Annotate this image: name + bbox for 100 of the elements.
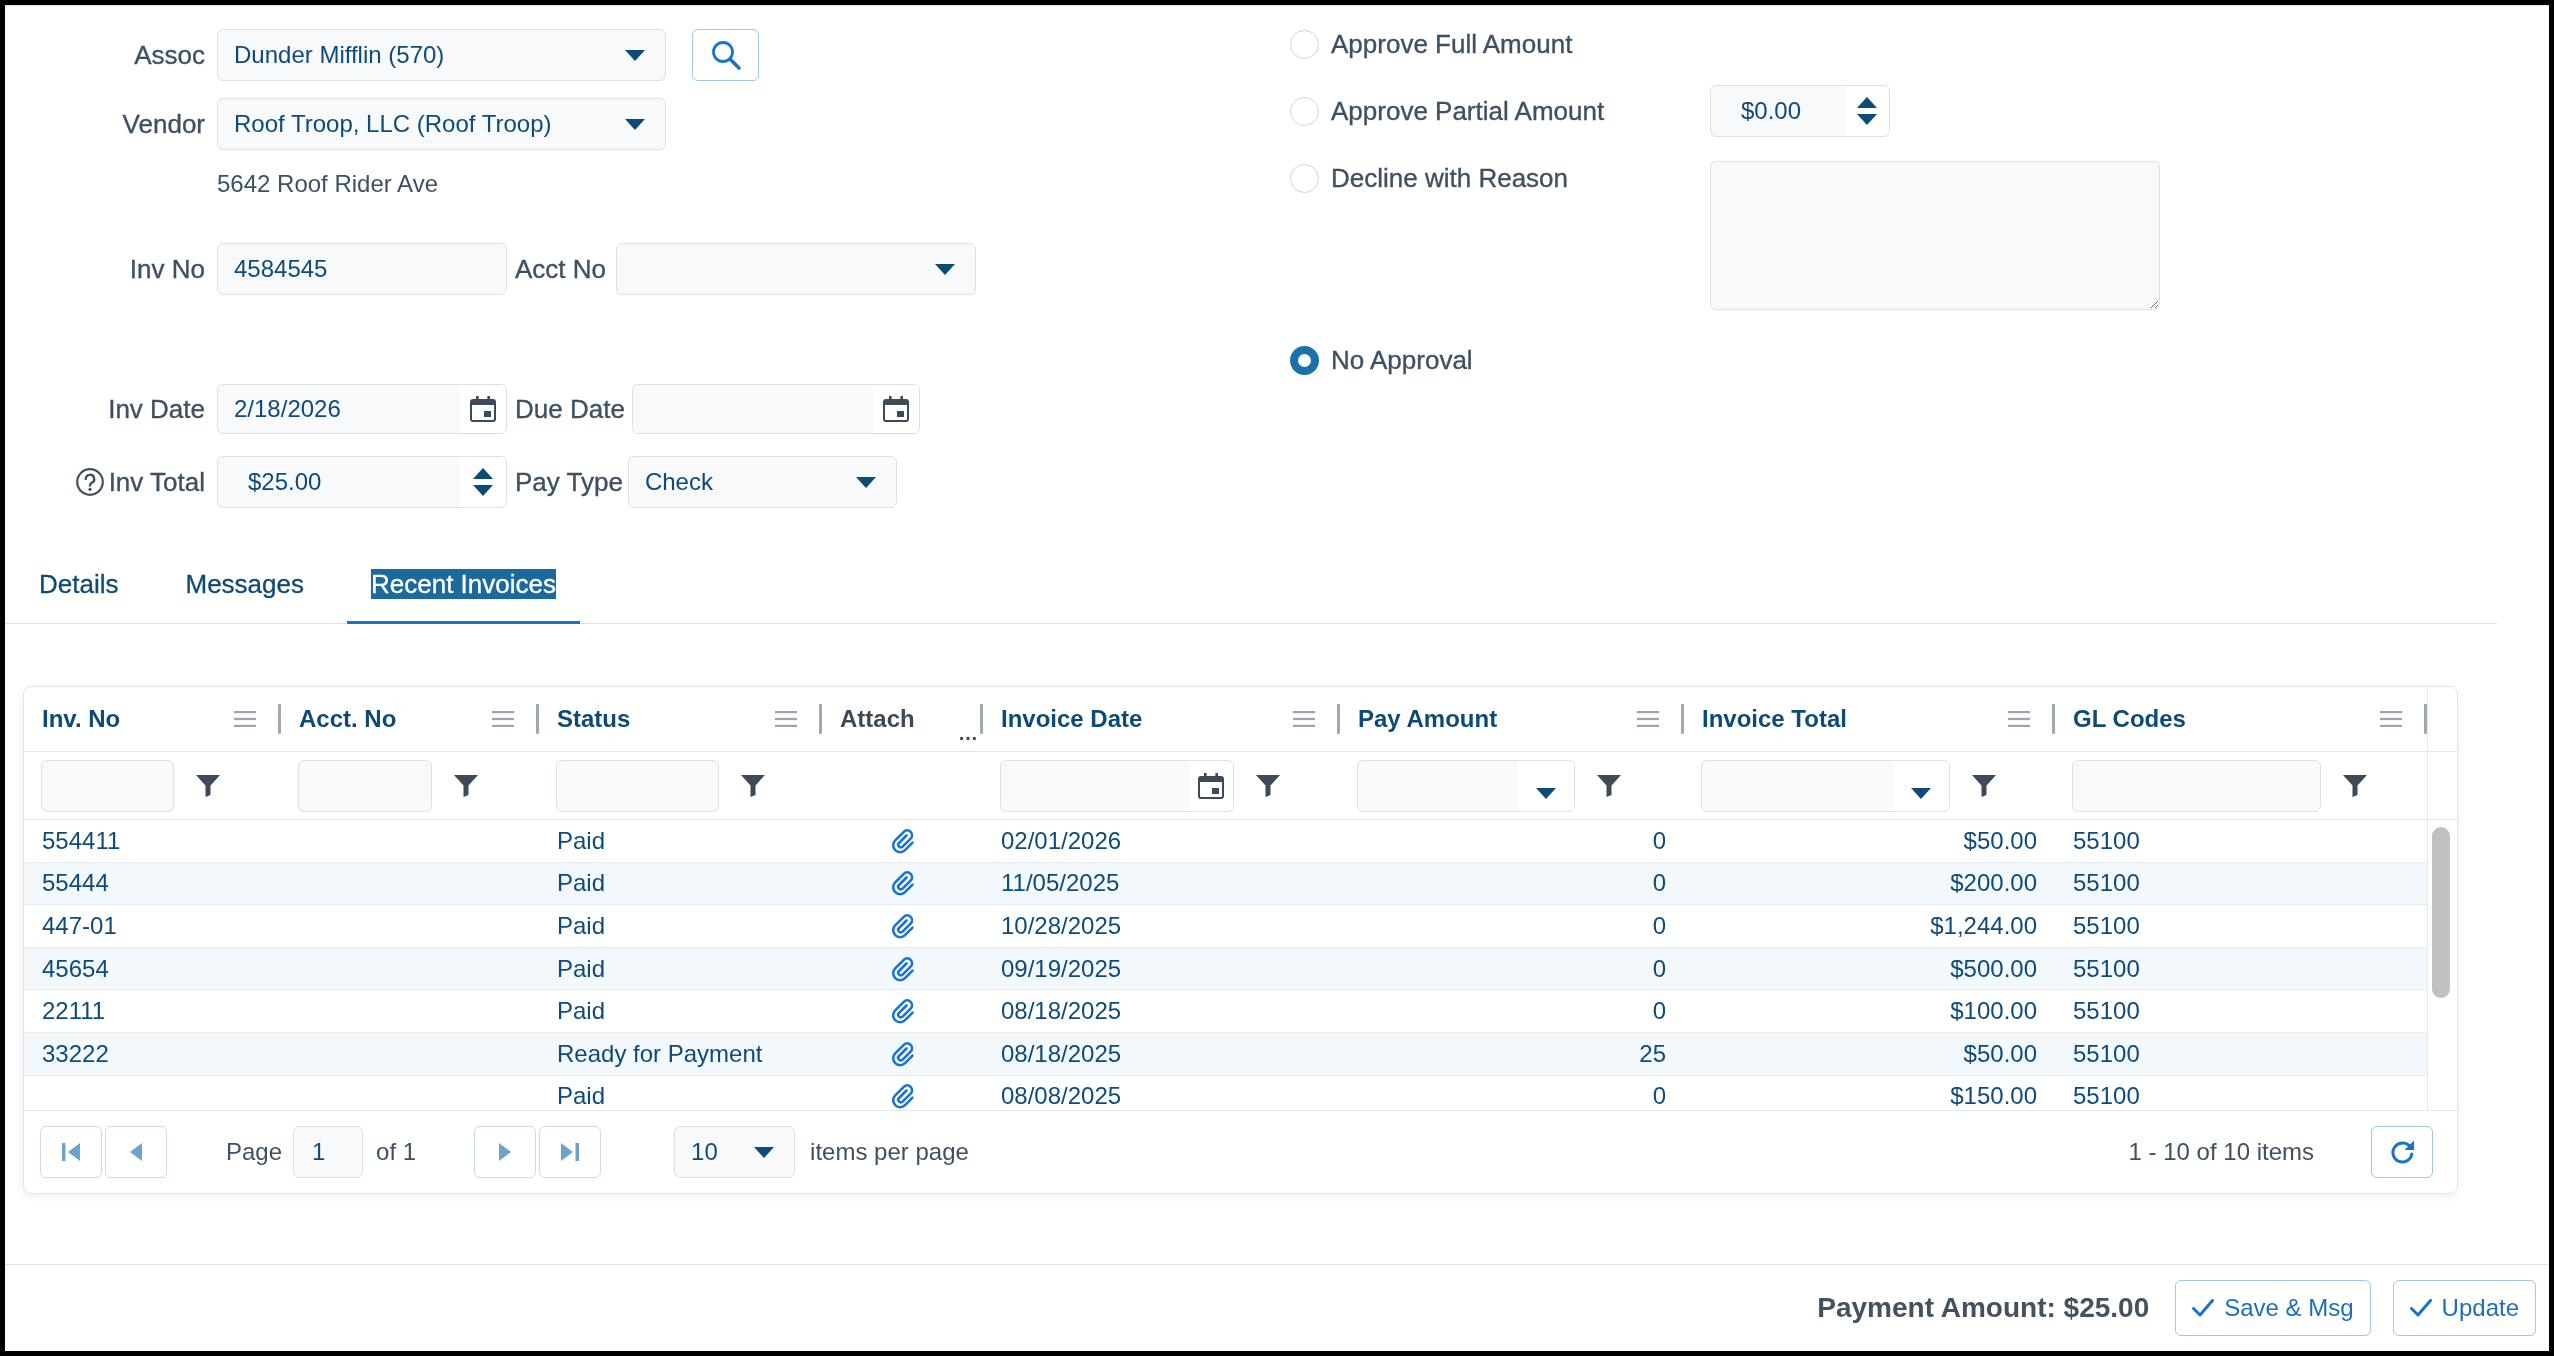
caret-icon	[1536, 787, 1556, 799]
filter-icon[interactable]	[1256, 774, 1280, 797]
invoice-number-field[interactable]: 4584545	[217, 243, 507, 295]
table-cell: 0	[1652, 998, 1666, 1025]
column-header[interactable]: Inv. No	[42, 705, 121, 733]
account-number-label: Acct No	[515, 253, 607, 285]
caret-icon	[935, 263, 956, 275]
assoc-dropdown[interactable]: Dunder Mifflin (570)	[217, 29, 666, 81]
table-cell: 55100	[2073, 913, 2140, 939]
table-cell: $50.00	[1963, 827, 2037, 854]
update-button[interactable]: Update	[2392, 1280, 2536, 1336]
column-header[interactable]: Pay Amount	[1358, 705, 1498, 733]
paperclip-icon[interactable]	[890, 1040, 915, 1067]
invoice-total-label: Inv Total	[108, 466, 205, 498]
column-menu-icon[interactable]	[1293, 711, 1315, 727]
column-header[interactable]: Status	[557, 705, 631, 733]
tab[interactable]: Recent Invoices	[347, 548, 580, 624]
table-cell: 25	[1639, 1040, 1666, 1067]
radio-button[interactable]	[1290, 345, 1319, 375]
paperclip-icon[interactable]	[890, 1083, 915, 1110]
reason-field[interactable]	[1710, 161, 2160, 310]
filter-icon[interactable]	[1972, 774, 1996, 797]
filter-field[interactable]	[41, 759, 174, 812]
filter-date-field[interactable]	[1000, 759, 1234, 812]
column-header[interactable]: Invoice Total	[1702, 705, 1847, 733]
table-cell: 0	[1652, 955, 1666, 982]
vendor-dropdown[interactable]: Roof Troop, LLC (Roof Troop)	[217, 98, 666, 150]
table-cell: 55100	[2073, 955, 2140, 982]
filter-field[interactable]	[298, 759, 432, 812]
invoice-total-field[interactable]: $25.00	[217, 456, 507, 508]
due-date-field[interactable]	[631, 384, 920, 434]
paperclip-icon[interactable]	[890, 955, 915, 982]
header-ellipsis[interactable]: …	[958, 723, 978, 743]
filter-icon[interactable]	[1597, 774, 1621, 797]
save-and-message-button[interactable]: Save & Msg	[2175, 1280, 2371, 1336]
filter-field[interactable]	[2072, 759, 2321, 812]
spinner-icon	[473, 468, 493, 496]
payment-amount: Payment Amount: $25.00	[1817, 1292, 2150, 1324]
vendor-address: 5642 Roof Rider Ave	[217, 170, 439, 197]
filter-icon[interactable]	[2343, 774, 2367, 797]
table-cell: 55444	[42, 870, 109, 897]
due-date-label: Due Date	[515, 393, 625, 425]
table-cell: $500.00	[1950, 955, 2037, 982]
pay-type-dropdown[interactable]: Check	[627, 456, 897, 508]
invoice-date-field[interactable]: 2/18/2026	[217, 384, 507, 434]
table-cell: 447-01	[42, 913, 117, 939]
paperclip-icon[interactable]	[890, 913, 915, 939]
caret-icon	[754, 1146, 775, 1158]
column-menu-icon[interactable]	[1637, 711, 1659, 727]
filter-icon[interactable]	[741, 774, 765, 797]
refresh-icon	[2389, 1139, 2415, 1165]
tab[interactable]: Details	[15, 548, 143, 624]
check-icon	[2409, 1299, 2432, 1317]
table-cell: 08/18/2025	[1001, 1040, 1122, 1067]
table-cell: 10/28/2025	[1001, 913, 1122, 939]
table-cell: $50.00	[1963, 1040, 2037, 1067]
scrollbar-thumb[interactable]	[2432, 827, 2450, 998]
table-cell: 554411	[42, 827, 121, 854]
spinner-icon	[1857, 97, 1877, 125]
table-cell: Paid	[557, 955, 606, 982]
column-menu-icon[interactable]	[2008, 711, 2030, 727]
items-summary: 1 - 10 of 10 items	[2128, 1138, 2314, 1166]
column-menu-icon[interactable]	[492, 711, 514, 727]
column-header[interactable]: GL Codes	[2073, 705, 2186, 733]
table-cell: Paid	[557, 913, 606, 939]
paperclip-icon[interactable]	[890, 998, 915, 1025]
refresh-button[interactable]	[2371, 1126, 2433, 1178]
calendar-icon	[882, 396, 909, 422]
column-header[interactable]: Acct. No	[299, 705, 397, 733]
table-cell: Paid	[557, 827, 606, 854]
invoice-date-label: Inv Date	[108, 393, 205, 425]
page-number-field[interactable]: 1	[293, 1126, 364, 1178]
table-cell: 0	[1652, 870, 1666, 897]
radio-label: Approve Full Amount	[1331, 28, 1573, 60]
column-menu-icon[interactable]	[234, 711, 256, 727]
caret-icon	[625, 49, 645, 61]
tab[interactable]: Messages	[161, 548, 328, 624]
help-icon[interactable]	[75, 468, 104, 496]
paperclip-icon[interactable]	[890, 870, 915, 897]
table-cell: Paid	[557, 998, 606, 1025]
column-menu-icon[interactable]	[775, 711, 797, 727]
triangle-right-bar-icon	[561, 1143, 580, 1161]
page-size-dropdown[interactable]: 10	[674, 1126, 796, 1178]
vendor-label: Vendor	[122, 108, 205, 140]
table-cell: 55100	[2073, 1040, 2140, 1067]
column-menu-icon[interactable]	[2380, 711, 2402, 727]
calendar-icon	[470, 396, 496, 422]
filter-icon[interactable]	[454, 774, 478, 797]
pay-type-label: Pay Type	[515, 466, 623, 498]
filter-field[interactable]	[556, 759, 719, 812]
column-header[interactable]: Invoice Date	[1001, 705, 1143, 733]
table-cell: 55100	[2073, 827, 2140, 854]
invoice-number-label: Inv No	[129, 253, 205, 285]
amount-field[interactable]: $0.00	[1710, 85, 1890, 137]
table-cell: 02/01/2026	[1001, 827, 1122, 854]
filter-icon[interactable]	[196, 774, 220, 797]
paperclip-icon[interactable]	[890, 827, 915, 854]
table-cell: $150.00	[1950, 1083, 2037, 1110]
search-button[interactable]	[692, 29, 759, 81]
table-cell: 33222	[42, 1040, 109, 1067]
